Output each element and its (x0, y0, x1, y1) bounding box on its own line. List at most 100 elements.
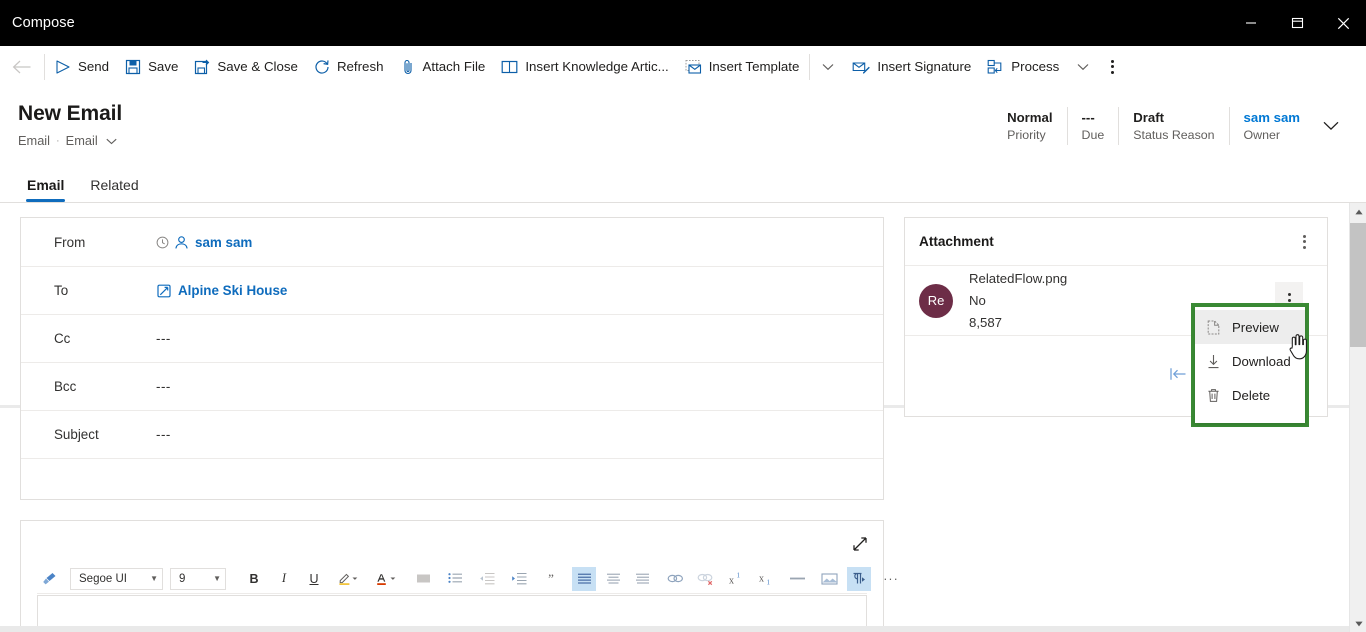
restore-button[interactable] (1274, 0, 1320, 46)
refresh-button[interactable]: Refresh (306, 46, 392, 88)
scrollbar-thumb[interactable] (1350, 223, 1366, 347)
priority-value: Normal (1007, 109, 1053, 125)
context-menu-item-download[interactable]: Download (1195, 344, 1305, 378)
font-color-button[interactable] (370, 567, 402, 591)
attach-file-button[interactable]: Attach File (392, 46, 494, 88)
italic-button[interactable]: I (272, 567, 296, 591)
horizontal-rule-button[interactable] (785, 567, 809, 591)
breadcrumb: Email · Email (18, 133, 117, 148)
owner-value[interactable]: sam sam (1244, 109, 1300, 126)
refresh-icon (314, 59, 330, 75)
insert-link-button[interactable] (663, 567, 687, 591)
italic-glyph: I (281, 571, 287, 585)
attachment-file-size: 8,587 (969, 314, 1003, 330)
divider (44, 53, 45, 80)
format-painter-icon[interactable] (37, 567, 61, 591)
more-options-ellipsis-icon[interactable]: ··· (879, 567, 903, 591)
increase-indent-button[interactable] (507, 567, 531, 591)
subject-value[interactable]: --- (156, 427, 883, 442)
attachment-panel-header: Attachment (905, 218, 1327, 266)
text-direction-button[interactable] (847, 566, 871, 591)
field-row-cc[interactable]: Cc --- (21, 314, 883, 362)
chevron-down-icon (1077, 63, 1089, 70)
collapse-left-icon[interactable] (1169, 366, 1187, 386)
numbered-list-button[interactable] (443, 567, 467, 591)
tab-related[interactable]: Related (81, 177, 147, 202)
chevron-down-icon: ▼ (150, 574, 158, 583)
scroll-down-arrow-icon[interactable] (1350, 615, 1366, 632)
tab-email[interactable]: Email (18, 177, 73, 202)
cc-label: Cc (54, 331, 71, 346)
send-button[interactable]: Send (47, 46, 117, 88)
attachment-file-name: RelatedFlow.png (969, 270, 1068, 286)
bcc-value[interactable]: --- (156, 379, 883, 394)
attachment-panel-overflow-dots-icon[interactable] (1289, 227, 1319, 257)
from-value[interactable]: sam sam (156, 235, 883, 250)
highlight-button[interactable] (332, 567, 364, 591)
insert-template-button[interactable]: Insert Template (677, 46, 808, 88)
subject-value-text: --- (156, 427, 171, 442)
field-row-subject[interactable]: Subject --- (21, 410, 883, 458)
svg-text:x: x (759, 574, 764, 585)
save-and-close-button[interactable]: Save & Close (186, 46, 306, 88)
to-recipient-chip[interactable]: Alpine Ski House (156, 283, 287, 299)
insert-image-button[interactable] (817, 567, 841, 591)
attachment-panel-title: Attachment (919, 234, 994, 249)
bold-button[interactable]: B (242, 567, 266, 591)
context-menu-item-delete[interactable]: Delete (1195, 378, 1305, 412)
window-controls (1228, 0, 1366, 46)
header-expand-chevron-down-icon[interactable] (1314, 104, 1348, 148)
bcc-value-text: --- (156, 379, 171, 394)
close-button[interactable] (1320, 0, 1366, 46)
email-fields-card: From sam sam To Alpine Ski House Cc --- … (20, 217, 884, 500)
decrease-indent-button[interactable] (475, 567, 499, 591)
from-recipient-chip[interactable]: sam sam (174, 235, 252, 250)
align-center-button[interactable] (601, 567, 625, 591)
owner-label: Owner (1243, 127, 1281, 142)
command-bar-overflow-button[interactable] (1099, 46, 1126, 88)
expand-diagonal-icon[interactable] (849, 533, 871, 555)
to-value[interactable]: Alpine Ski House (156, 283, 883, 299)
insert-template-dropdown[interactable] (812, 46, 844, 88)
insert-knowledge-article-button[interactable]: Insert Knowledge Artic... (493, 46, 676, 88)
cc-value[interactable]: --- (156, 331, 883, 346)
process-dropdown[interactable] (1067, 46, 1099, 88)
header-stat-priority[interactable]: Normal Priority (993, 104, 1066, 148)
insert-signature-button[interactable]: Insert Signature (844, 46, 979, 88)
underline-button[interactable]: U (302, 567, 326, 591)
header-stat-owner[interactable]: sam sam Owner (1230, 104, 1314, 148)
field-row-to[interactable]: To Alpine Ski House (21, 266, 883, 314)
form-selector-chevron-down-icon[interactable] (106, 133, 117, 148)
subscript-button[interactable]: x1 (755, 567, 779, 591)
rich-text-toolbar: Segoe UI ▼ 9 ▼ B I U ” x 1 x 1 ··· (37, 564, 898, 594)
save-button[interactable]: Save (117, 46, 186, 88)
divider (809, 53, 811, 80)
vertical-scrollbar[interactable] (1349, 203, 1366, 632)
breadcrumb-form[interactable]: Email (66, 133, 98, 148)
to-recipient-name: Alpine Ski House (178, 283, 288, 298)
field-row-from[interactable]: From sam sam (21, 218, 883, 266)
font-size-select[interactable]: 9 ▼ (170, 567, 226, 590)
header-stats: Normal Priority --- Due Draft Status Rea… (993, 104, 1348, 148)
compose-email-window: Compose Send Save Save & Close Refresh A… (0, 0, 1366, 632)
header-stat-status-reason[interactable]: Draft Status Reason (1119, 104, 1228, 148)
bulleted-list-button[interactable] (411, 567, 435, 591)
scroll-up-arrow-icon[interactable] (1350, 203, 1366, 220)
account-icon (156, 283, 172, 299)
context-menu-item-preview[interactable]: Preview (1195, 310, 1305, 344)
attach-file-label: Attach File (422, 59, 486, 74)
field-row-bcc[interactable]: Bcc --- (21, 362, 883, 410)
minimize-button[interactable] (1228, 0, 1274, 46)
dot (1111, 59, 1115, 63)
dot (1302, 234, 1306, 238)
remove-link-button[interactable] (693, 567, 717, 591)
align-left-button[interactable] (572, 566, 596, 591)
process-button[interactable]: Process (979, 46, 1067, 88)
font-family-select[interactable]: Segoe UI ▼ (70, 567, 163, 590)
avatar: Re (919, 283, 953, 318)
blockquote-button[interactable]: ” (539, 567, 563, 591)
header-stat-due[interactable]: --- Due (1068, 104, 1119, 148)
superscript-button[interactable]: x1 (725, 567, 749, 591)
align-right-button[interactable] (630, 567, 654, 591)
back-arrow-icon[interactable] (0, 46, 42, 88)
